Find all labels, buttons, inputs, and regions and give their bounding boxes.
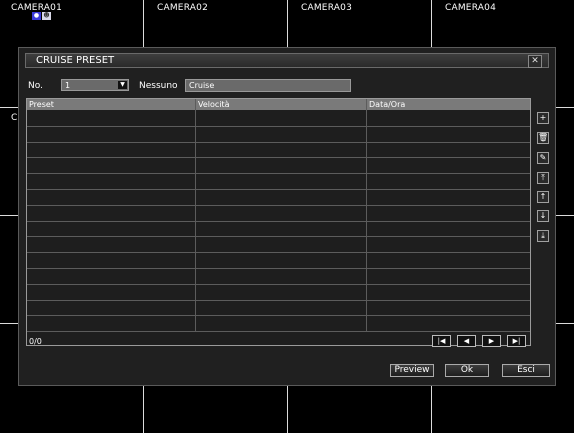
- preset-table: Preset Velocità Data/Ora: [26, 98, 531, 346]
- prev-page-icon[interactable]: ◀: [457, 335, 476, 347]
- table-row-divider: [27, 204, 530, 206]
- table-row-divider: [27, 315, 530, 317]
- table-row-divider: [27, 220, 530, 222]
- close-icon[interactable]: ✕: [528, 55, 542, 68]
- cruise-preset-dialog: CRUISE PRESET ✕ No. 1 ▼ Nessuno Cruise P…: [18, 47, 556, 386]
- name-label: Nessuno: [139, 81, 178, 91]
- last-page-icon[interactable]: ▶|: [507, 335, 526, 347]
- cruise-number-select[interactable]: 1 ▼: [61, 79, 129, 91]
- move-bottom-icon[interactable]: ⤓: [537, 230, 549, 242]
- add-icon[interactable]: +: [537, 112, 549, 124]
- next-page-icon[interactable]: ▶: [482, 335, 501, 347]
- table-row-divider: [27, 283, 530, 285]
- table-row-divider: [27, 252, 530, 254]
- cruise-number-value: 1: [65, 81, 71, 90]
- table-row-divider: [27, 331, 530, 333]
- ok-button[interactable]: Ok: [445, 364, 489, 377]
- table-row-divider: [27, 236, 530, 238]
- motion-icon: ☻: [42, 12, 51, 20]
- move-down-icon[interactable]: ↓: [537, 210, 549, 222]
- column-header-datetime[interactable]: Data/Ora: [369, 99, 405, 110]
- record-count: 0/0: [29, 337, 42, 346]
- camera-label-2: CAMERA02: [157, 3, 208, 13]
- table-row-divider: [27, 141, 530, 143]
- table-row-divider: [27, 268, 530, 269]
- camera-label-3: CAMERA03: [301, 3, 352, 13]
- first-page-icon[interactable]: |◀: [432, 335, 451, 347]
- column-divider: [195, 99, 196, 332]
- table-row-divider: [27, 299, 530, 301]
- edit-icon[interactable]: ✎: [537, 152, 549, 164]
- table-row-divider: [27, 173, 530, 175]
- column-header-speed[interactable]: Velocità: [198, 99, 230, 110]
- camera-label-partial: C: [11, 113, 18, 123]
- camera-label-4: CAMERA04: [445, 3, 496, 13]
- table-header: Preset Velocità Data/Ora: [27, 99, 530, 110]
- move-up-icon[interactable]: ↑: [537, 191, 549, 203]
- delete-icon[interactable]: 🗑: [537, 132, 549, 144]
- chevron-down-icon[interactable]: ▼: [118, 81, 127, 89]
- table-row-divider: [27, 189, 530, 190]
- preview-button[interactable]: Preview: [390, 364, 434, 377]
- camera-status-icons: ● ☻: [32, 12, 51, 20]
- cruise-name-input[interactable]: Cruise: [185, 79, 351, 92]
- exit-button[interactable]: Esci: [502, 364, 550, 377]
- no-label: No.: [28, 81, 43, 91]
- table-row-divider: [27, 157, 530, 159]
- record-icon: ●: [32, 12, 41, 20]
- table-footer: 0/0 |◀ ◀ ▶ ▶|: [26, 334, 531, 352]
- table-row-divider: [27, 125, 530, 127]
- column-divider: [366, 99, 367, 332]
- move-top-icon[interactable]: ⤒: [537, 172, 549, 184]
- dialog-title: CRUISE PRESET: [36, 55, 115, 66]
- column-header-preset[interactable]: Preset: [29, 99, 54, 110]
- dialog-titlebar: CRUISE PRESET ✕: [25, 53, 549, 68]
